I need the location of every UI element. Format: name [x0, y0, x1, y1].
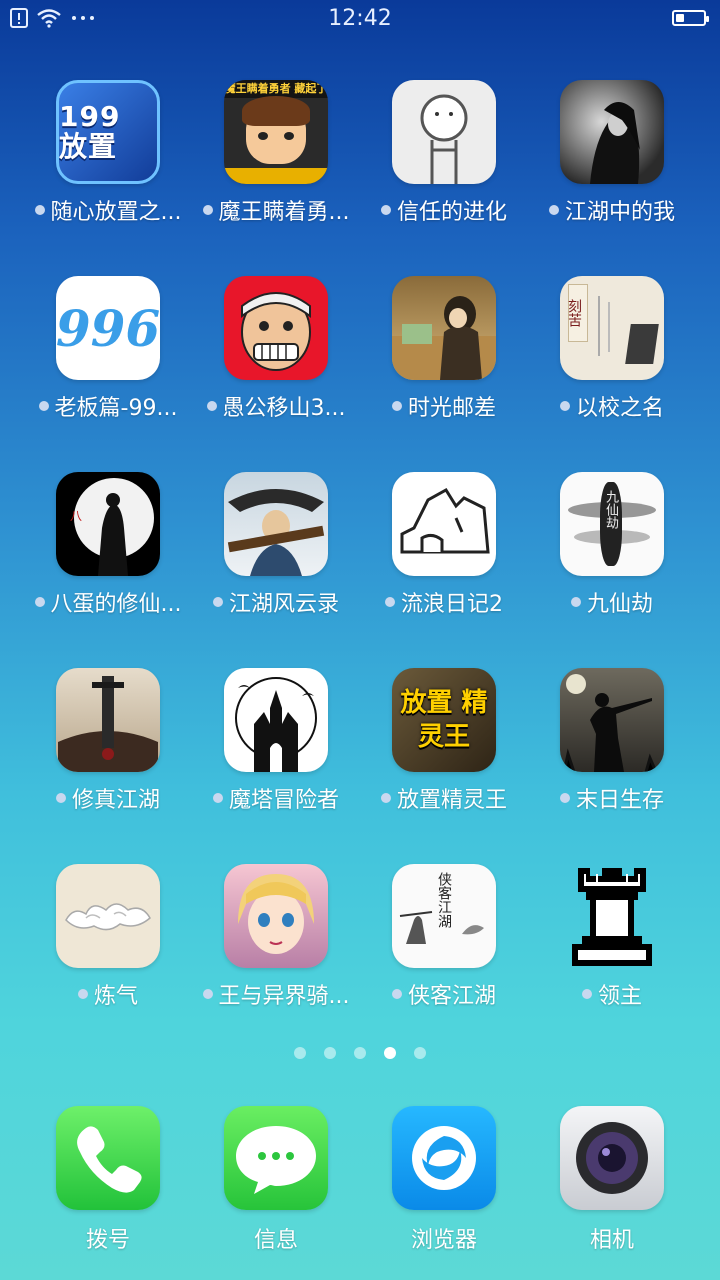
app-label: 愚公移山3...	[222, 396, 346, 421]
app-shortcut[interactable]: 九仙劫 九仙劫	[528, 472, 696, 668]
page-dot[interactable]	[324, 1047, 336, 1059]
app-label: 魔王瞒着勇...	[218, 200, 350, 225]
icon-text-jiuxian: 九仙劫	[603, 490, 618, 529]
school-name-icon: 刻苦	[560, 276, 664, 380]
jianghu-me-icon	[560, 80, 664, 184]
xiake-jianghu-icon: 侠客江湖	[392, 864, 496, 968]
magic-tower-icon	[224, 668, 328, 772]
dock-label: 信息	[253, 1228, 298, 1253]
app-label: 末日生存	[575, 788, 664, 813]
dock-browser[interactable]: 浏览器	[360, 1106, 528, 1254]
dock-label: 相机	[589, 1228, 634, 1253]
app-grid: 199 放置 随心放置之... 魔王瞒着勇者 藏起了圣剑! 魔王瞒着勇...	[24, 80, 696, 1060]
app-shortcut[interactable]: 魔塔冒险者	[192, 668, 360, 864]
dock-label: 浏览器	[410, 1228, 477, 1253]
app-row: 修真江湖 魔塔冒险者 放置 精灵王 放置精灵王 末日生存	[24, 668, 696, 864]
app-label: 流浪日记2	[401, 592, 503, 617]
app-label: 信任的进化	[396, 200, 507, 225]
app-label: 以校之名	[575, 396, 664, 421]
page-dot[interactable]	[294, 1047, 306, 1059]
app-shortcut[interactable]: 流浪日记2	[360, 472, 528, 668]
app-label: 江湖中的我	[564, 200, 675, 225]
app-row: 199 放置 随心放置之... 魔王瞒着勇者 藏起了圣剑! 魔王瞒着勇...	[24, 80, 696, 276]
app-row: 炼气 王与异界骑... 侠客江湖 侠客江湖 领主	[24, 864, 696, 1060]
app-shortcut[interactable]: 时光邮差	[360, 276, 528, 472]
app-shortcut[interactable]: 刻苦 以校之名	[528, 276, 696, 472]
clock: 12:42	[328, 6, 392, 31]
camera-icon	[560, 1106, 664, 1210]
yugong-icon	[224, 276, 328, 380]
app-shortcut[interactable]: 江湖中的我	[528, 80, 696, 276]
app-shortcut[interactable]: 末日生存	[528, 668, 696, 864]
app-shortcut[interactable]: 魔王瞒着勇者 藏起了圣剑! 魔王瞒着勇...	[192, 80, 360, 276]
app-shortcut[interactable]: 八 八蛋的修仙...	[24, 472, 192, 668]
phone-icon	[56, 1106, 160, 1210]
app-label: 炼气	[93, 984, 138, 1009]
page-indicator	[0, 1047, 720, 1059]
app-shortcut[interactable]: 996 老板篇-99...	[24, 276, 192, 472]
badan-cultivation-icon: 八	[56, 472, 160, 576]
app-label: 领主	[597, 984, 642, 1009]
dock-camera[interactable]: 相机	[528, 1106, 696, 1254]
app-label: 修真江湖	[71, 788, 160, 813]
trust-evolution-icon	[392, 80, 496, 184]
app-row: 八 八蛋的修仙... 江湖风云录 流浪日记2 九仙劫 九仙劫	[24, 472, 696, 668]
svg-text:八: 八	[70, 509, 82, 523]
icon-text-996: 996	[56, 298, 160, 358]
app-shortcut[interactable]: 修真江湖	[24, 668, 192, 864]
app-shortcut[interactable]: 领主	[528, 864, 696, 1060]
browser-icon	[392, 1106, 496, 1210]
app-label: 九仙劫	[586, 592, 653, 617]
page-dot[interactable]	[414, 1047, 426, 1059]
wander-diary-icon	[392, 472, 496, 576]
app-label: 放置精灵王	[396, 788, 507, 813]
app-label: 王与异界骑...	[218, 984, 350, 1009]
idle-elf-king-icon: 放置 精灵王	[392, 668, 496, 772]
dock-phone[interactable]: 拨号	[24, 1106, 192, 1254]
icon-text-199: 199 放置	[59, 100, 121, 163]
app-label: 八蛋的修仙...	[50, 592, 182, 617]
icon-text-elf: 放置 精灵王	[400, 688, 488, 752]
idle-199-icon: 199 放置	[56, 80, 160, 184]
time-postman-icon	[392, 276, 496, 380]
app-shortcut[interactable]: 199 放置 随心放置之...	[24, 80, 192, 276]
app-shortcut[interactable]: 王与异界骑...	[192, 864, 360, 1060]
app-label: 侠客江湖	[407, 984, 496, 1009]
status-bar: 12:42	[0, 0, 720, 40]
app-shortcut[interactable]: 侠客江湖 侠客江湖	[360, 864, 528, 1060]
dock: 拨号 信息 浏览器 相机	[24, 1106, 696, 1254]
app-shortcut[interactable]: 江湖风云录	[192, 472, 360, 668]
battery-icon	[672, 10, 709, 26]
app-label: 随心放置之...	[50, 200, 182, 225]
dock-messages[interactable]: 信息	[192, 1106, 360, 1254]
jianghu-fengyun-icon	[224, 472, 328, 576]
app-shortcut[interactable]: 愚公移山3...	[192, 276, 360, 472]
dock-label: 拨号	[85, 1228, 130, 1253]
app-label: 江湖风云录	[228, 592, 339, 617]
app-shortcut[interactable]: 炼气	[24, 864, 192, 1060]
page-dot[interactable]	[384, 1047, 396, 1059]
boss-996-icon: 996	[56, 276, 160, 380]
app-row: 996 老板篇-99... 愚公移山3... 时光邮差 刻苦 以校之名	[24, 276, 696, 472]
messages-icon	[224, 1106, 328, 1210]
demon-king-icon: 魔王瞒着勇者 藏起了圣剑!	[224, 80, 328, 184]
qi-clouds-icon	[56, 864, 160, 968]
page-dot[interactable]	[354, 1047, 366, 1059]
app-label: 魔塔冒险者	[228, 788, 339, 813]
app-shortcut[interactable]: 放置 精灵王 放置精灵王	[360, 668, 528, 864]
app-shortcut[interactable]: 信任的进化	[360, 80, 528, 276]
app-label: 时光邮差	[407, 396, 496, 421]
xiuzhen-sword-icon	[56, 668, 160, 772]
lord-rook-icon	[560, 864, 664, 968]
icon-text-kegu: 刻苦	[566, 284, 588, 342]
king-knight-icon	[224, 864, 328, 968]
nine-immortals-icon: 九仙劫	[560, 472, 664, 576]
doomsday-survival-icon	[560, 668, 664, 772]
app-label: 老板篇-99...	[54, 396, 178, 421]
